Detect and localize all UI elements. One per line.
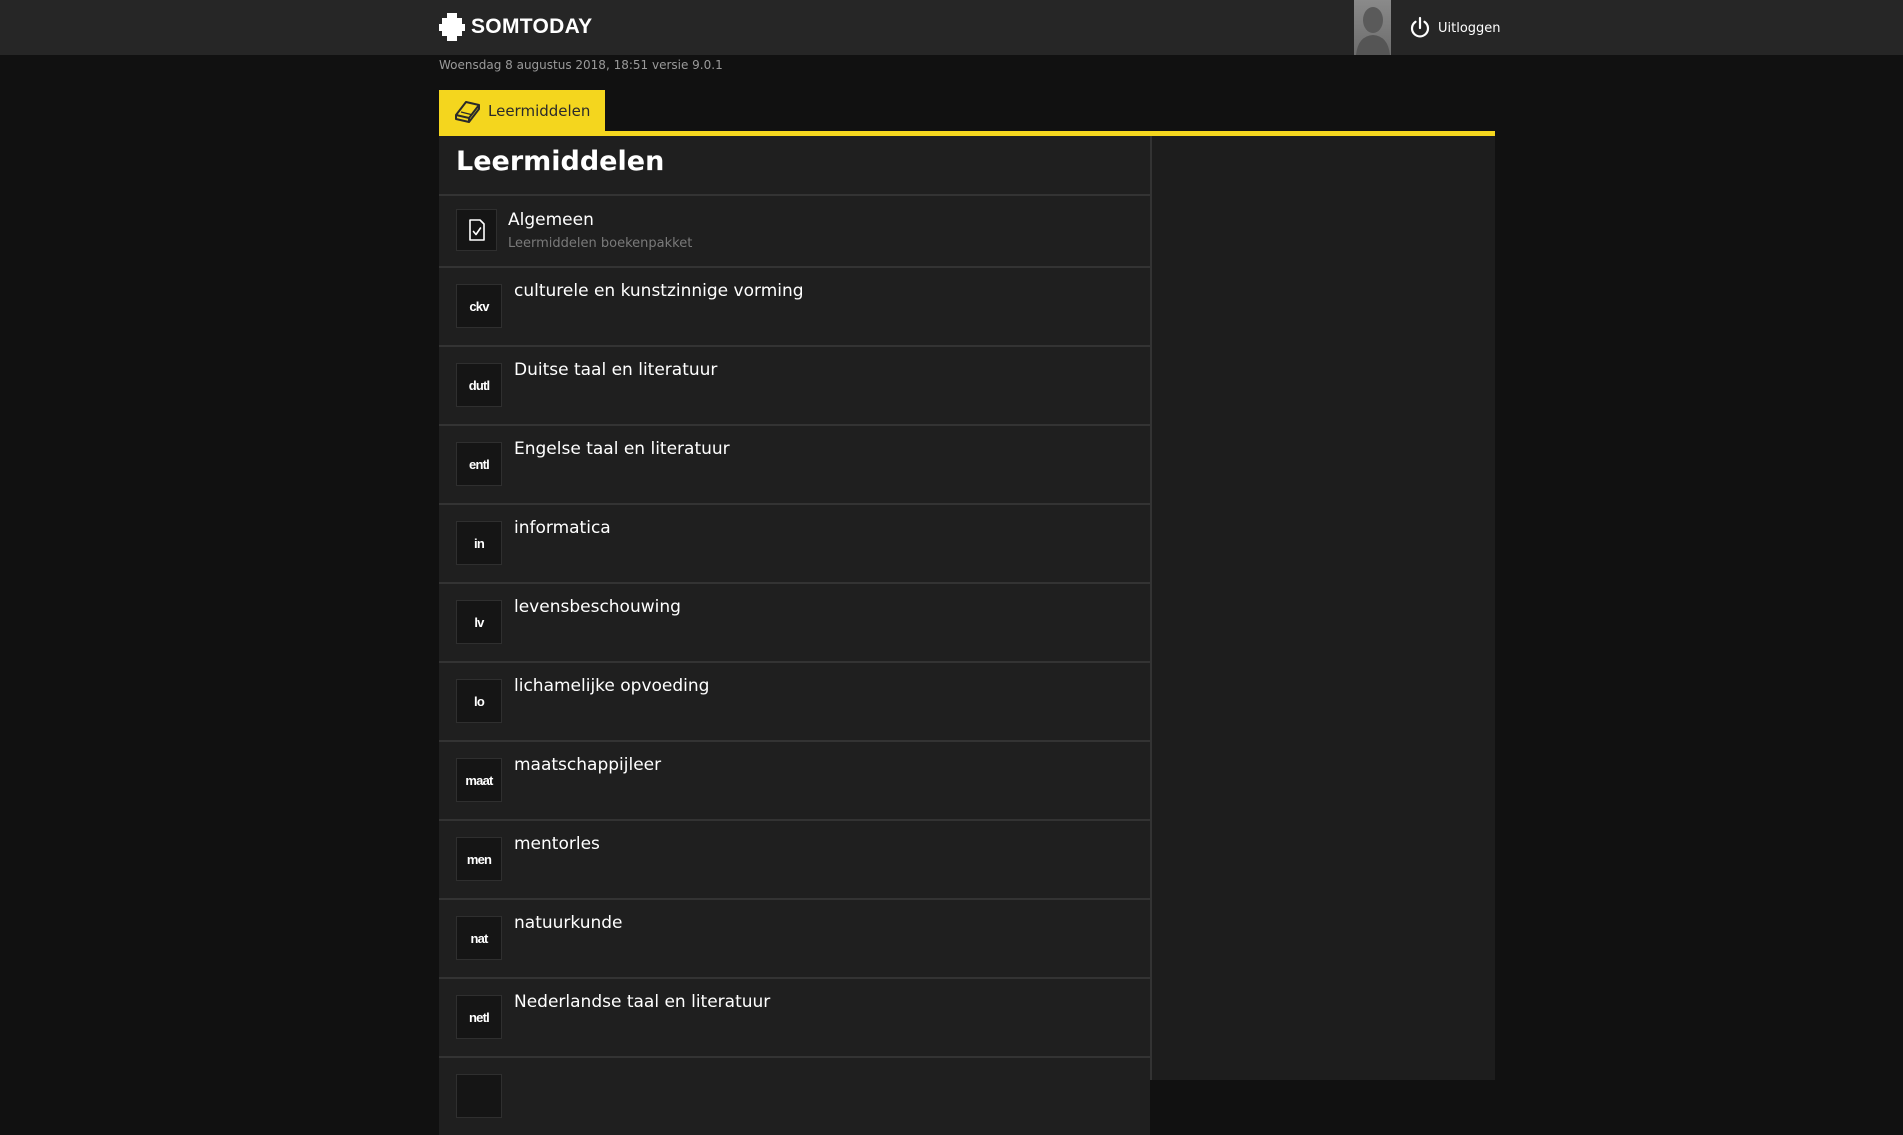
list-item[interactable]: ckv culturele en kunstzinnige vorming — [439, 266, 1150, 345]
list-item[interactable]: maat maatschappijleer — [439, 740, 1150, 819]
list-item-title: maatschappijleer — [514, 755, 662, 775]
leermiddelen-list-panel: Leermiddelen Algemeen Leermiddelen boeke… — [439, 136, 1152, 1135]
list-item[interactable]: dutl Duitse taal en literatuur — [439, 345, 1150, 424]
tab-leermiddelen[interactable]: Leermiddelen — [439, 90, 605, 131]
list-item[interactable]: lv levensbeschouwing — [439, 582, 1150, 661]
list-item-title: informatica — [514, 518, 611, 538]
document-check-icon — [456, 209, 497, 251]
list-item-subtitle: Leermiddelen boekenpakket — [508, 236, 693, 251]
datestamp: Woensdag 8 augustus 2018, 18:51 versie 9… — [439, 58, 723, 72]
subject-list: Algemeen Leermiddelen boekenpakket ckv c… — [439, 194, 1150, 1135]
book-icon — [455, 100, 480, 123]
tab-strip: Leermiddelen — [439, 90, 1495, 136]
list-item-title: culturele en kunstzinnige vorming — [514, 281, 804, 301]
list-item-title: Algemeen — [508, 210, 594, 230]
list-item-partial[interactable] — [439, 1056, 1150, 1135]
somtoday-logo[interactable]: SOMTODAY — [439, 12, 592, 42]
subject-code-badge: lv — [456, 600, 502, 644]
tab-label: Leermiddelen — [488, 101, 591, 120]
list-item-title: natuurkunde — [514, 913, 623, 933]
somtoday-logo-icon — [439, 13, 465, 41]
list-item-title: Nederlandse taal en literatuur — [514, 992, 771, 1012]
logout-label: Uitloggen — [1438, 20, 1501, 36]
subject-code-badge: dutl — [456, 363, 502, 407]
subject-code-badge: ckv — [456, 284, 502, 328]
list-item-title: mentorles — [514, 834, 600, 854]
list-item[interactable]: in informatica — [439, 503, 1150, 582]
subject-code-badge: lo — [456, 679, 502, 723]
list-item[interactable]: netl Nederlandse taal en literatuur — [439, 977, 1150, 1056]
subject-code-badge: men — [456, 837, 502, 881]
subject-code-badge: maat — [456, 758, 502, 802]
logout-button[interactable]: Uitloggen — [1408, 16, 1501, 40]
subject-code-badge: nat — [456, 916, 502, 960]
subject-code-badge: in — [456, 521, 502, 565]
subject-code-badge: netl — [456, 995, 502, 1039]
list-item[interactable]: men mentorles — [439, 819, 1150, 898]
top-bar: SOMTODAY Uitloggen — [0, 0, 1903, 55]
list-item[interactable]: nat natuurkunde — [439, 898, 1150, 977]
avatar-silhouette-icon — [1356, 7, 1390, 55]
subject-code-badge: entl — [456, 442, 502, 486]
list-item-title: levensbeschouwing — [514, 597, 681, 617]
list-item[interactable]: lo lichamelijke opvoeding — [439, 661, 1150, 740]
top-bar-inner: SOMTODAY Uitloggen — [439, 0, 1501, 55]
user-avatar[interactable] — [1354, 0, 1391, 55]
list-item[interactable]: entl Engelse taal en literatuur — [439, 424, 1150, 503]
page-title: Leermiddelen — [456, 146, 665, 177]
list-item-title: Engelse taal en literatuur — [514, 439, 730, 459]
list-item-algemeen[interactable]: Algemeen Leermiddelen boekenpakket — [439, 194, 1150, 266]
list-item-title: Duitse taal en literatuur — [514, 360, 718, 380]
power-icon — [1410, 16, 1430, 38]
logo-text: SOMTODAY — [471, 15, 593, 38]
main-content: Leermiddelen Algemeen Leermiddelen boeke… — [439, 136, 1495, 1135]
subject-code-badge — [456, 1074, 502, 1118]
list-item-title: lichamelijke opvoeding — [514, 676, 710, 696]
